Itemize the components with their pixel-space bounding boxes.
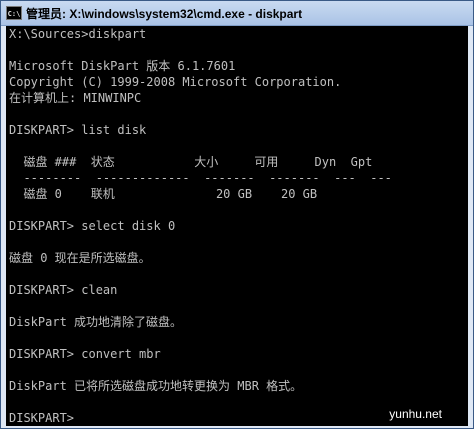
console-line: DISKPART> select disk 0 [9,219,176,233]
console-line: 磁盘 ### 状态 大小 可用 Dyn Gpt [9,155,373,169]
cmd-window: C:\ 管理员: X:\windows\system32\cmd.exe - d… [0,0,474,429]
window-title: 管理员: X:\windows\system32\cmd.exe - diskp… [26,6,303,21]
console-line: Copyright (C) 1999-2008 Microsoft Corpor… [9,75,342,89]
watermark: yunhu.net [389,407,442,421]
console-line: -------- ------------- ------- ------- -… [9,171,392,185]
window-right-border [468,26,473,426]
console-line: DISKPART> list disk [9,123,147,137]
console-line: Microsoft DiskPart 版本 6.1.7601 [9,59,236,73]
cmd-app-icon[interactable]: C:\ [6,6,22,20]
console-line: 磁盘 0 现在是所选磁盘。 [9,251,151,265]
console-line: DiskPart 成功地清除了磁盘。 [9,315,183,329]
console-line: X:\Sources>diskpart [9,27,147,41]
console-line: DiskPart 已将所选磁盘成功地转更换为 MBR 格式。 [9,379,303,393]
console-line: DISKPART> clean [9,283,118,297]
console-line: DISKPART> convert mbr [9,347,161,361]
console-line: 磁盘 0 联机 20 GB 20 GB [9,187,318,201]
console-line: 在计算机上: MINWINPC [9,91,142,105]
title-bar[interactable]: C:\ 管理员: X:\windows\system32\cmd.exe - d… [1,1,473,26]
console-prompt[interactable]: DISKPART> [9,410,74,426]
console-output[interactable]: X:\Sources>diskpart Microsoft DiskPart 版… [6,26,468,426]
